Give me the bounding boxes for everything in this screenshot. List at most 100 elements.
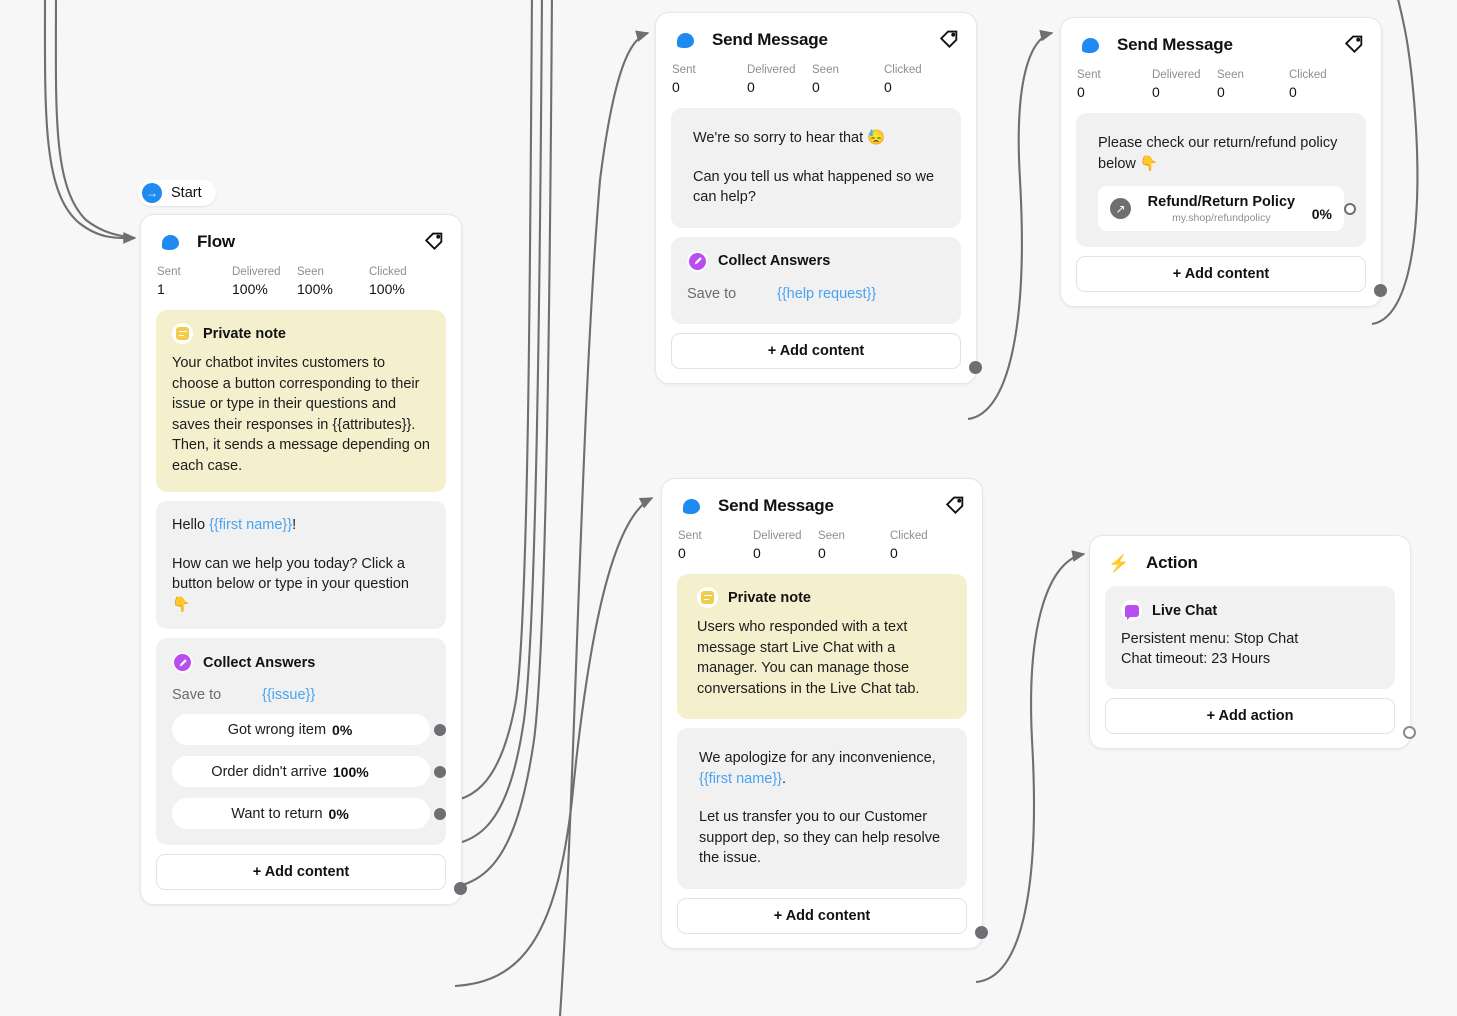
save-to-label: Save to <box>172 687 222 703</box>
quick-reply-order-didnt-arrive[interactable]: Order didn't arrive 100% <box>172 756 446 787</box>
private-note-block[interactable]: Private note Your chatbot invites custom… <box>156 310 446 492</box>
collect-answers-block[interactable]: Collect Answers Save to {{help request}} <box>671 236 961 324</box>
message-line-2: Let us transfer you to our Customer supp… <box>699 809 941 866</box>
message-text: Hello {{first name}}! How can we help yo… <box>172 515 430 615</box>
node-output-handle[interactable] <box>1403 726 1416 739</box>
node-action[interactable]: ⚡ Action Live Chat Persistent menu: Stop… <box>1089 535 1416 749</box>
chat-bubble-icon <box>1077 32 1103 58</box>
node-output-handle[interactable] <box>1374 284 1387 297</box>
flow-canvas[interactable]: → Start Flow Sent 1 Delivered 100% Seen … <box>0 0 1457 1016</box>
collect-answers-block[interactable]: Collect Answers Save to {{issue}} Got wr… <box>156 638 446 845</box>
chat-timeout-line: Chat timeout: 23 Hours <box>1121 651 1271 667</box>
message-line-2: How can we help you today? Click a butto… <box>172 555 409 613</box>
stat-sent: Sent 0 <box>1077 69 1101 100</box>
note-icon <box>697 587 718 608</box>
add-content-button[interactable]: + Add content <box>677 897 967 934</box>
external-link-icon: ↗ <box>1110 198 1131 219</box>
node-send-message-top[interactable]: Send Message Sent 0 Delivered 0 Seen 0 C… <box>655 12 982 384</box>
save-to-value[interactable]: {{issue}} <box>262 687 315 703</box>
node-send-message-refund[interactable]: Send Message Sent 0 Delivered 0 Seen 0 C… <box>1060 17 1387 307</box>
collect-answers-header: Collect Answers <box>172 652 430 673</box>
add-content-button[interactable]: + Add content <box>1076 256 1366 292</box>
message-line-1: We're so sorry to hear that 😓 <box>693 130 886 146</box>
stat-sent: Sent 1 <box>157 266 181 297</box>
save-to-value[interactable]: {{help request}} <box>777 286 876 302</box>
message-block[interactable]: Hello {{first name}}! How can we help yo… <box>156 501 446 629</box>
private-note-text: Your chatbot invites customers to choose… <box>172 355 430 474</box>
stat-delivered: Delivered 0 <box>753 530 802 561</box>
private-note-title: Private note <box>203 325 286 342</box>
link-handle[interactable] <box>1344 202 1356 215</box>
save-to-label: Save to <box>687 285 737 302</box>
node-body: We're so sorry to hear that 😓 Can you te… <box>656 108 976 383</box>
link-button-refund-policy[interactable]: ↗ Refund/Return Policy my.shop/refundpol… <box>1098 186 1356 231</box>
message-line-2: Can you tell us what happened so we can … <box>693 168 935 206</box>
add-action-button[interactable]: + Add action <box>1105 698 1395 734</box>
link-title: Refund/Return Policy <box>1147 194 1296 210</box>
stat-delivered: Delivered 0 <box>1152 69 1201 100</box>
live-chat-header: Live Chat <box>1121 600 1379 621</box>
node-stats: Sent 0 Delivered 0 Seen 0 Clicked 0 <box>1061 64 1381 113</box>
tag-icon[interactable] <box>938 27 960 49</box>
node-title: Send Message <box>1117 35 1233 54</box>
node-body: Please check our return/refund policy be… <box>1061 113 1381 306</box>
message-line-1: We apologize for any inconvenience, {{fi… <box>699 750 936 787</box>
private-note-header: Private note <box>697 587 947 608</box>
add-content-button[interactable]: + Add content <box>671 332 961 369</box>
private-note-header: Private note <box>172 323 430 344</box>
message-line-1: Please check our return/refund policy be… <box>1098 135 1338 172</box>
lightning-bolt-icon: ⚡ <box>1106 550 1132 576</box>
persistent-menu-line: Persistent menu: Stop Chat <box>1121 631 1299 647</box>
message-block[interactable]: We're so sorry to hear that 😓 Can you te… <box>671 108 961 228</box>
collect-answers-title: Collect Answers <box>718 253 831 269</box>
reply-handle[interactable] <box>434 765 446 778</box>
message-block[interactable]: Please check our return/refund policy be… <box>1076 113 1366 247</box>
start-badge[interactable]: → Start <box>138 180 216 206</box>
node-header: Send Message <box>662 479 982 525</box>
node-header: ⚡ Action <box>1090 536 1410 586</box>
node-stats: Sent 1 Delivered 100% Seen 100% Clicked … <box>141 261 461 310</box>
collect-answers-title: Collect Answers <box>203 654 316 671</box>
reply-handle[interactable] <box>434 723 446 736</box>
node-header: Flow <box>141 215 461 261</box>
node-send-message-livechat[interactable]: Send Message Sent 0 Delivered 0 Seen 0 C… <box>661 478 988 949</box>
action-item-live-chat[interactable]: Live Chat Persistent menu: Stop Chat Cha… <box>1105 586 1395 689</box>
chat-bubble-icon <box>157 229 183 255</box>
node-header: Send Message <box>656 13 976 59</box>
private-note-block[interactable]: Private note Users who responded with a … <box>677 574 967 719</box>
start-label: Start <box>171 185 202 201</box>
chat-bubble-icon <box>672 27 698 53</box>
stat-delivered: Delivered 100% <box>232 266 281 297</box>
stat-sent: Sent 0 <box>672 64 696 95</box>
node-output-handle[interactable] <box>975 925 988 939</box>
tag-icon[interactable] <box>944 493 966 515</box>
note-icon <box>172 323 193 344</box>
tag-icon[interactable] <box>423 229 445 251</box>
chat-bubble-icon <box>678 493 704 519</box>
link-url: my.shop/refundpolicy <box>1172 212 1271 224</box>
message-text: We apologize for any inconvenience, {{fi… <box>699 748 945 869</box>
node-body: Private note Users who responded with a … <box>662 574 982 948</box>
node-title: Send Message <box>712 30 828 49</box>
quick-reply-got-wrong-item[interactable]: Got wrong item 0% <box>172 714 446 745</box>
collect-answers-icon <box>172 652 193 673</box>
stat-clicked: Clicked 100% <box>369 266 407 297</box>
node-output-handle[interactable] <box>969 360 982 374</box>
node-body: Private note Your chatbot invites custom… <box>141 310 461 904</box>
quick-reply-want-to-return[interactable]: Want to return 0% <box>172 798 446 829</box>
node-output-handle[interactable] <box>454 882 467 895</box>
private-note-title: Private note <box>728 589 811 606</box>
tag-icon[interactable] <box>1343 32 1365 54</box>
collect-answers-icon <box>687 250 708 272</box>
live-chat-icon <box>1121 600 1142 621</box>
save-to-row: Save to {{issue}} <box>172 687 430 703</box>
reply-handle[interactable] <box>434 807 446 820</box>
node-body: Live Chat Persistent menu: Stop Chat Cha… <box>1090 586 1410 748</box>
message-block[interactable]: We apologize for any inconvenience, {{fi… <box>677 728 967 889</box>
stat-sent: Sent 0 <box>678 530 702 561</box>
message-text: Please check our return/refund policy be… <box>1098 133 1344 174</box>
stat-seen: Seen 0 <box>818 530 845 561</box>
add-content-button[interactable]: + Add content <box>156 854 446 890</box>
stat-seen: Seen 100% <box>297 266 333 297</box>
node-flow[interactable]: Flow Sent 1 Delivered 100% Seen 100% Cli… <box>140 214 467 905</box>
